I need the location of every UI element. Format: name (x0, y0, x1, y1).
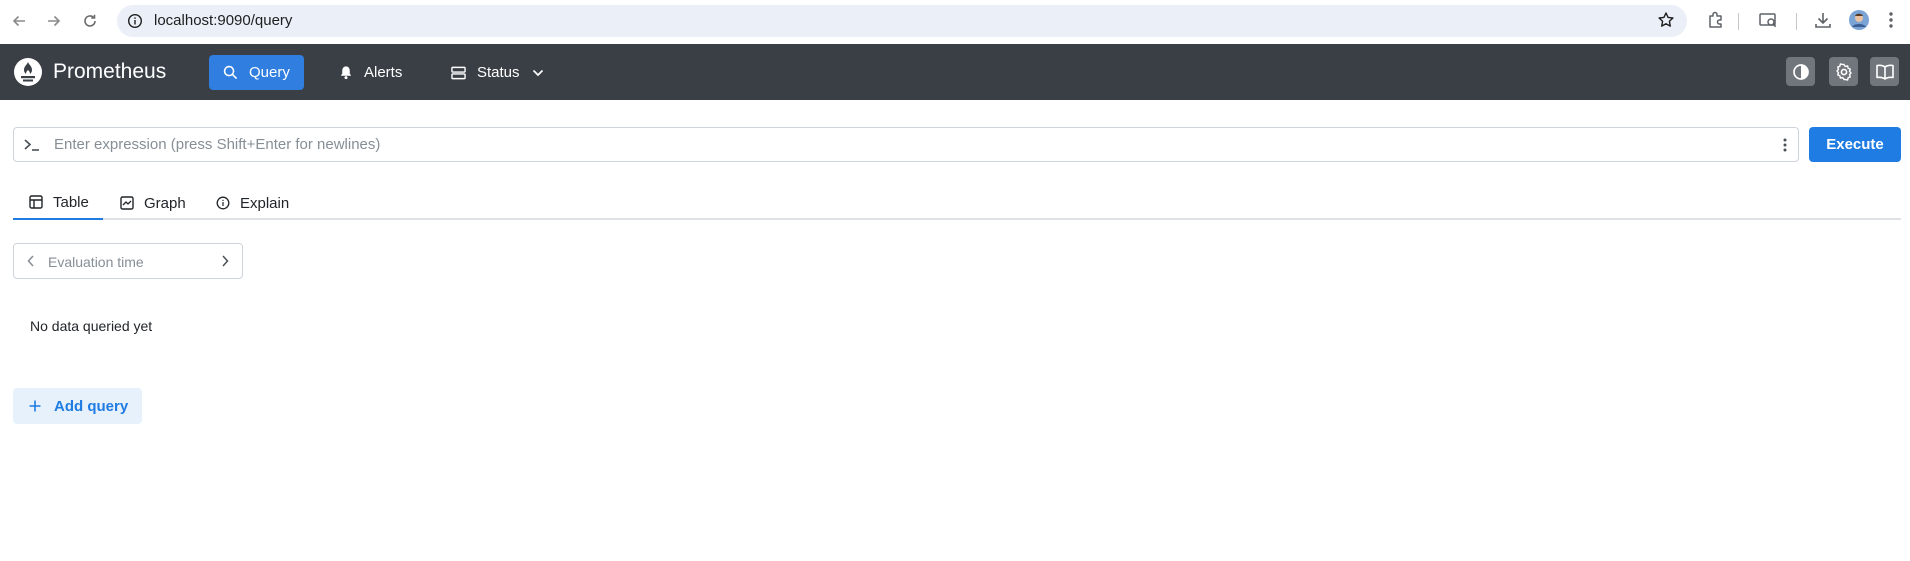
theme-toggle-button[interactable] (1786, 57, 1815, 86)
tab-table[interactable]: Table (13, 186, 103, 220)
tab-explain-label: Explain (240, 194, 290, 212)
chevron-down-icon (532, 69, 543, 76)
server-icon (451, 66, 466, 79)
forward-icon[interactable] (43, 10, 65, 32)
chrome-menu-icon[interactable] (1884, 9, 1898, 33)
add-query-button[interactable]: Add query (13, 388, 142, 424)
terminal-prompt-icon (23, 137, 41, 158)
evaluation-time-input[interactable]: Evaluation time (48, 254, 144, 270)
app-header: Prometheus Query Alerts Status (0, 44, 1910, 100)
evaluation-time-picker[interactable]: Evaluation time (13, 243, 243, 279)
empty-results-message: No data queried yet (30, 318, 153, 334)
download-icon[interactable] (1812, 9, 1834, 33)
expression-input[interactable] (54, 132, 1754, 157)
bookmark-star-icon[interactable] (1657, 11, 1675, 34)
nav-alerts-label: Alerts (364, 64, 403, 81)
browser-toolbar: localhost:9090/query (0, 0, 1910, 44)
toolbar-separator (1738, 13, 1739, 30)
bell-icon (340, 66, 352, 80)
info-circle-icon (216, 196, 230, 210)
toolbar-separator (1796, 13, 1797, 30)
tab-explain[interactable]: Explain (216, 186, 289, 220)
site-info-icon[interactable] (127, 13, 143, 34)
url-text[interactable]: localhost:9090/query (154, 13, 292, 29)
documentation-button[interactable] (1870, 57, 1899, 86)
address-bar[interactable]: localhost:9090/query (117, 5, 1687, 37)
nav-query-label: Query (249, 64, 290, 81)
tab-search-icon[interactable] (1757, 9, 1779, 33)
table-icon (29, 195, 43, 209)
reload-icon[interactable] (79, 10, 101, 32)
prometheus-logo[interactable] (13, 57, 43, 87)
plus-icon (29, 400, 41, 412)
execute-button[interactable]: Execute (1809, 127, 1901, 162)
search-icon (223, 65, 238, 80)
kebab-menu-icon[interactable] (1782, 136, 1788, 159)
brand-title[interactable]: Prometheus (53, 59, 166, 85)
extensions-icon[interactable] (1705, 9, 1727, 33)
profile-avatar[interactable] (1848, 9, 1870, 33)
tab-table-label: Table (53, 193, 89, 211)
nav-status[interactable]: Status (437, 55, 558, 90)
settings-button[interactable] (1829, 57, 1858, 86)
back-icon[interactable] (8, 10, 30, 32)
chevron-left-icon[interactable] (26, 254, 36, 273)
gear-icon (1835, 62, 1852, 81)
tab-graph[interactable]: Graph (120, 186, 186, 220)
graph-icon (120, 196, 134, 210)
add-query-label: Add query (54, 397, 129, 415)
tab-graph-label: Graph (144, 194, 186, 212)
nav-query[interactable]: Query (209, 55, 304, 90)
nav-alerts[interactable]: Alerts (325, 55, 416, 90)
contrast-icon (1792, 63, 1809, 80)
book-icon (1875, 64, 1894, 80)
results-tabs: Table Graph Explain (13, 186, 1901, 220)
nav-status-label: Status (477, 64, 520, 81)
chevron-right-icon[interactable] (220, 254, 230, 273)
expression-editor[interactable] (13, 127, 1799, 162)
